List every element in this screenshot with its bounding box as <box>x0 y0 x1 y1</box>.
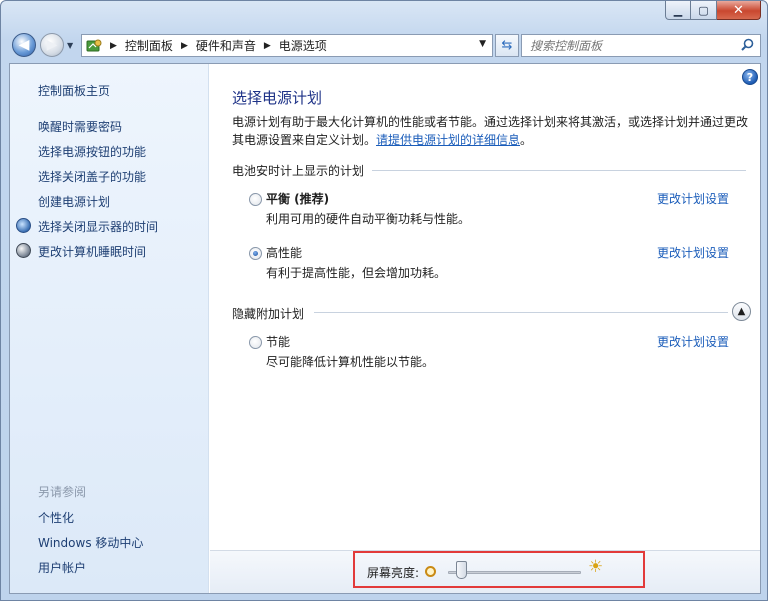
plan-desc-power-saver: 尽可能降低计算机性能以节能。 <box>266 355 435 369</box>
change-plan-settings-link[interactable]: 更改计划设置 <box>657 244 729 261</box>
forward-button[interactable]: ▶ <box>40 33 64 57</box>
window-frame: ▁ ▢ ✕ ◀ ▶ ▼ ▶ 控制面板 ▶ 硬件和声音 ▶ 电源选项 ▼ ⇆ 搜索… <box>0 0 768 601</box>
sidebar-item-control-panel-home[interactable]: 控制面板主页 <box>38 82 110 99</box>
breadcrumb-arrow-icon[interactable]: ▶ <box>264 41 271 51</box>
hidden-plans-heading: 隐藏附加计划 <box>232 307 305 321</box>
plan-details-link[interactable]: 请提供电源计划的详细信息 <box>376 133 520 147</box>
recent-pages-dropdown-icon[interactable]: ▼ <box>67 41 73 50</box>
brightness-slider-thumb[interactable] <box>456 561 468 579</box>
change-plan-settings-link[interactable]: 更改计划设置 <box>657 190 729 207</box>
sidebar: 控制面板主页 唤醒时需要密码 选择电源按钮的功能 选择关闭盖子的功能 创建电源计… <box>10 64 209 593</box>
refresh-button[interactable]: ⇆ <box>495 34 519 57</box>
search-icon[interactable] <box>741 38 754 55</box>
sidebar-item-user-accounts[interactable]: 用户帐户 <box>38 559 86 576</box>
breadcrumb-power-options[interactable]: 电源选项 <box>279 37 327 54</box>
brightness-label: 屏幕亮度: <box>367 566 420 580</box>
breadcrumb-control-panel[interactable]: 控制面板 <box>125 37 173 54</box>
bright-sun-icon: ☀ <box>588 557 604 577</box>
sidebar-item-create-plan[interactable]: 创建电源计划 <box>38 193 110 210</box>
control-panel-icon <box>86 38 104 54</box>
refresh-icon: ⇆ <box>501 38 513 53</box>
plan-radio-high-performance[interactable] <box>249 247 262 260</box>
collapse-chevron-up-icon[interactable]: ▲ <box>732 302 751 321</box>
plan-radio-power-saver[interactable] <box>249 336 262 349</box>
search-box[interactable] <box>521 34 761 57</box>
description-text: 其电源设置来自定义计划。 <box>232 133 377 147</box>
sidebar-item-wake-password[interactable]: 唤醒时需要密码 <box>38 118 122 135</box>
sidebar-item-power-button[interactable]: 选择电源按钮的功能 <box>38 143 146 160</box>
plan-desc-high-performance: 有利于提高性能，但会增加功耗。 <box>266 266 447 280</box>
plan-desc-balanced: 利用可用的硬件自动平衡功耗与性能。 <box>266 212 471 226</box>
breadcrumb-arrow-icon[interactable]: ▶ <box>181 41 188 51</box>
content-area: 控制面板主页 唤醒时需要密码 选择电源按钮的功能 选择关闭盖子的功能 创建电源计… <box>9 63 761 594</box>
page-title: 选择电源计划 <box>232 89 323 107</box>
description-text: 。 <box>520 133 533 147</box>
close-button[interactable]: ✕ <box>717 1 761 20</box>
breadcrumb-arrow-icon[interactable]: ▶ <box>110 41 117 51</box>
battery-plans-heading: 电池安时计上显示的计划 <box>232 164 365 178</box>
plan-name-power-saver[interactable]: 节能 <box>266 333 290 350</box>
plan-radio-balanced[interactable] <box>249 193 262 206</box>
plan-name-high-performance[interactable]: 高性能 <box>266 244 302 261</box>
brightness-slider-track[interactable] <box>448 571 581 574</box>
section-divider <box>372 170 746 171</box>
sidebar-item-sleep-time[interactable]: 更改计算机睡眠时间 <box>38 243 146 260</box>
see-also-heading: 另请参阅 <box>38 485 87 499</box>
brightness-bar: 屏幕亮度: ☀ <box>210 550 760 593</box>
help-icon[interactable]: ? <box>742 69 758 85</box>
back-button[interactable]: ◀ <box>12 33 36 57</box>
monitor-icon <box>16 218 31 233</box>
sidebar-item-personalization[interactable]: 个性化 <box>38 509 74 526</box>
minimize-button[interactable]: ▁ <box>665 1 691 20</box>
sidebar-item-display-off[interactable]: 选择关闭显示器的时间 <box>38 218 158 235</box>
description-text: 电源计划有助于最大化计算机的性能或者节能。通过选择计划来将其激活，或选择计划并通… <box>232 115 749 129</box>
plan-name-balanced[interactable]: 平衡 (推荐) <box>266 190 329 207</box>
breadcrumb-hardware-sound[interactable]: 硬件和声音 <box>196 37 256 54</box>
sidebar-item-mobility-center[interactable]: Windows 移动中心 <box>38 534 143 551</box>
section-divider <box>314 312 728 313</box>
caption-buttons: ▁ ▢ ✕ <box>665 1 761 20</box>
address-dropdown-icon[interactable]: ▼ <box>479 39 486 49</box>
dim-brightness-icon <box>425 566 436 577</box>
navigation-bar: ◀ ▶ ▼ ▶ 控制面板 ▶ 硬件和声音 ▶ 电源选项 ▼ ⇆ <box>9 31 761 59</box>
main-panel: ? 选择电源计划 电源计划有助于最大化计算机的性能或者节能。通过选择计划来将其激… <box>210 64 760 593</box>
address-bar[interactable]: ▶ 控制面板 ▶ 硬件和声音 ▶ 电源选项 ▼ <box>81 34 493 57</box>
search-input[interactable] <box>530 38 730 53</box>
maximize-button[interactable]: ▢ <box>691 1 717 20</box>
moon-icon <box>16 243 31 258</box>
change-plan-settings-link[interactable]: 更改计划设置 <box>657 333 729 350</box>
sidebar-item-close-lid[interactable]: 选择关闭盖子的功能 <box>38 168 146 185</box>
page-description: 电源计划有助于最大化计算机的性能或者节能。通过选择计划来将其激活，或选择计划并通… <box>232 113 754 149</box>
